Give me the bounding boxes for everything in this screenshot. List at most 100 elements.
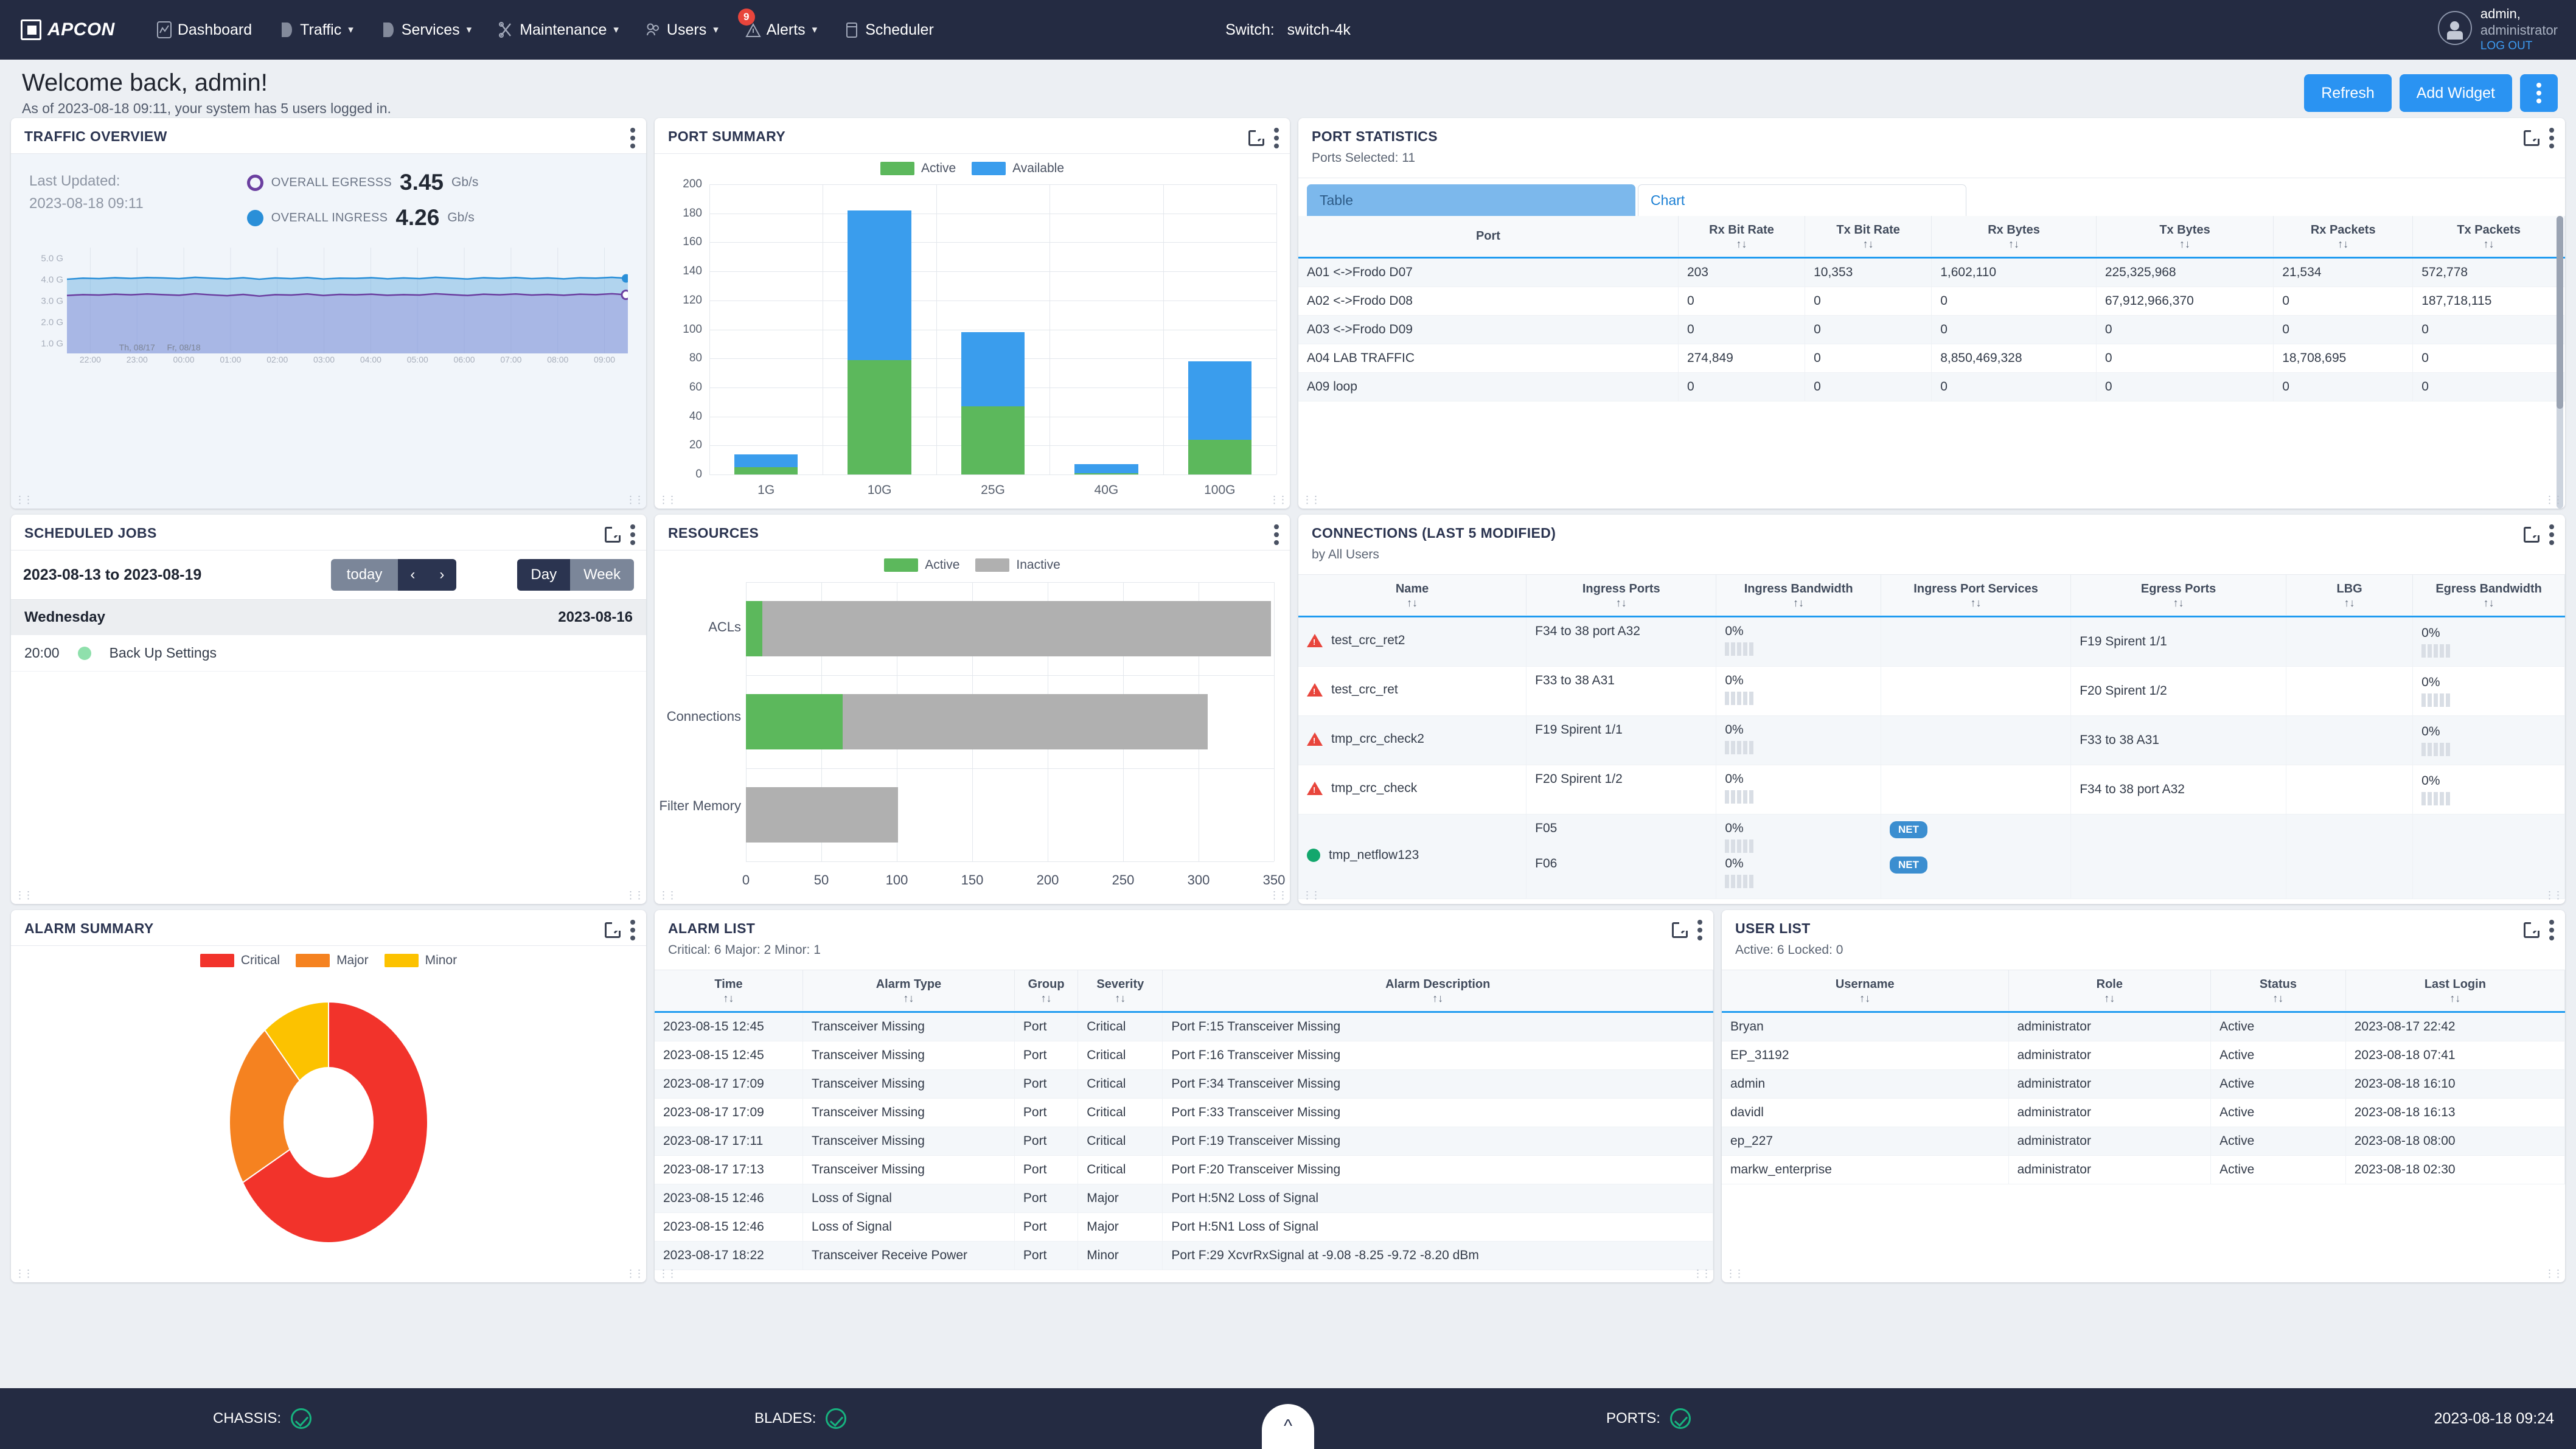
table-row[interactable]: EP_31192 administrator Active 2023-08-18 07… <box>1722 1041 2565 1071</box>
expand-icon[interactable] <box>2524 127 2543 146</box>
column-header[interactable]: Status ↑↓ <box>2210 970 2346 1010</box>
expand-icon[interactable] <box>2524 919 2543 938</box>
resize-handle-left[interactable]: ⋮⋮ <box>1725 1268 1744 1280</box>
table-row[interactable]: Bryan administrator Active 2023-08-17 22:42 <box>1722 1012 2565 1042</box>
table-row[interactable]: A04 LAB TRAFFIC 274,849 0 8,850,469,328 0 18,… <box>1298 344 2565 374</box>
logout-link[interactable]: LOG OUT <box>2480 39 2558 54</box>
column-header[interactable]: LBG ↑↓ <box>2286 575 2414 615</box>
column-header[interactable]: Egress Bandwidth ↑↓ <box>2412 575 2565 615</box>
column-header[interactable]: Tx Bytes ↑↓ <box>2096 216 2274 256</box>
resize-handle-right[interactable]: ⋮⋮ <box>2544 494 2563 506</box>
table-row[interactable]: admin administrator Active 2023-08-18 16:10 <box>1722 1069 2565 1099</box>
table-row[interactable]: A09 loop 0 0 0 0 0 0 <box>1298 372 2565 402</box>
apcon-logo[interactable]: APCON <box>21 19 115 40</box>
tab-table[interactable]: Table <box>1307 184 1635 216</box>
column-header[interactable]: Username ↑↓ <box>1722 970 2009 1010</box>
column-header[interactable]: Rx Bytes ↑↓ <box>1931 216 2097 256</box>
view-week-button[interactable]: Week <box>570 559 634 591</box>
nav-item-scheduler[interactable]: Scheduler <box>830 0 947 60</box>
sort-toggle-icon[interactable]: ↑↓ <box>1938 238 2090 250</box>
kebab-icon[interactable] <box>2549 920 2554 940</box>
sort-toggle-icon[interactable]: ↑↓ <box>1722 597 1875 609</box>
column-header[interactable]: Role ↑↓ <box>2008 970 2212 1010</box>
sort-toggle-icon[interactable]: ↑↓ <box>1728 993 2002 1004</box>
column-header[interactable]: Last Login ↑↓ <box>2345 970 2565 1010</box>
nav-item-maintenance[interactable]: Maintenance ▾ <box>485 0 632 60</box>
sort-toggle-icon[interactable]: ↑↓ <box>2077 597 2280 609</box>
sort-toggle-icon[interactable]: ↑↓ <box>2419 238 2558 250</box>
resize-handle-right[interactable]: ⋮⋮ <box>1693 1268 1711 1280</box>
sort-toggle-icon[interactable]: ↑↓ <box>661 993 796 1004</box>
kebab-icon[interactable] <box>1274 524 1279 545</box>
table-row[interactable]: A02 <->Frodo D08 0 0 0 67,912,966,370 0 187,71… <box>1298 287 2565 316</box>
expand-icon[interactable] <box>2524 523 2543 543</box>
next-button[interactable]: › <box>427 559 457 591</box>
sort-toggle-icon[interactable]: ↑↓ <box>1021 993 1071 1004</box>
more-options-button[interactable] <box>2520 74 2558 112</box>
scrollbar[interactable] <box>2555 216 2564 509</box>
column-header[interactable]: Egress Ports ↑↓ <box>2070 575 2287 615</box>
resize-handle-right[interactable]: ⋮⋮ <box>625 889 644 902</box>
column-header[interactable]: Port <box>1298 216 1679 256</box>
column-header[interactable]: Ingress Ports ↑↓ <box>1526 575 1717 615</box>
table-row[interactable]: 2023-08-15 12:45 Transceiver Missing Port C… <box>655 1041 1713 1071</box>
nav-item-dashboard[interactable]: Dashboard <box>143 0 265 60</box>
table-row[interactable]: 2023-08-17 18:22 Transceiver Receive Powe… <box>655 1241 1713 1271</box>
nav-item-users[interactable]: Users ▾ <box>632 0 732 60</box>
sort-toggle-icon[interactable]: ↑↓ <box>2419 597 2558 609</box>
kebab-icon[interactable] <box>630 920 635 940</box>
resize-handle-left[interactable]: ⋮⋮ <box>15 494 33 506</box>
sort-toggle-icon[interactable]: ↑↓ <box>2015 993 2205 1004</box>
resize-handle-left[interactable]: ⋮⋮ <box>658 1268 677 1280</box>
prev-button[interactable]: ‹ <box>398 559 428 591</box>
column-header[interactable]: Tx Packets ↑↓ <box>2412 216 2565 256</box>
scroll-to-top-button[interactable]: ^ <box>1262 1404 1314 1449</box>
table-row[interactable]: 2023-08-15 12:45 Transceiver Missing Port C… <box>655 1012 1713 1042</box>
table-row[interactable]: A03 <->Frodo D09 0 0 0 0 0 0 <box>1298 315 2565 345</box>
sort-toggle-icon[interactable]: ↑↓ <box>2292 597 2406 609</box>
expand-icon[interactable] <box>1248 127 1268 146</box>
column-header[interactable]: Name ↑↓ <box>1298 575 1527 615</box>
resize-handle-left[interactable]: ⋮⋮ <box>15 1268 33 1280</box>
table-row[interactable]: ep_227 administrator Active 2023-08-18 08:0… <box>1722 1127 2565 1156</box>
sort-toggle-icon[interactable]: ↑↓ <box>2103 238 2267 250</box>
resize-handle-right[interactable]: ⋮⋮ <box>1269 494 1288 506</box>
nav-item-alerts[interactable]: 9 Alerts ▾ <box>732 0 830 60</box>
expand-icon[interactable] <box>605 919 624 938</box>
kebab-icon[interactable] <box>1697 920 1702 940</box>
table-row[interactable]: 2023-08-17 17:13 Transceiver Missing Port C… <box>655 1155 1713 1185</box>
schedule-job-row[interactable]: 20:00 Back Up Settings <box>11 635 646 672</box>
table-row[interactable]: test_crc_ret2 F34 to 38 port A32 0% F19 … <box>1298 616 2565 667</box>
sort-toggle-icon[interactable]: ↑↓ <box>1084 993 1156 1004</box>
resize-handle-right[interactable]: ⋮⋮ <box>625 494 644 506</box>
today-button[interactable]: today <box>330 559 399 591</box>
resize-handle-right[interactable]: ⋮⋮ <box>1269 889 1288 902</box>
resize-handle-right[interactable]: ⋮⋮ <box>2544 1268 2563 1280</box>
sort-toggle-icon[interactable]: ↑↓ <box>1169 993 1707 1004</box>
table-row[interactable]: davidl administrator Active 2023-08-18 16:1… <box>1722 1098 2565 1128</box>
view-day-button[interactable]: Day <box>517 559 571 591</box>
kebab-icon[interactable] <box>2549 524 2554 545</box>
refresh-button[interactable]: Refresh <box>2304 74 2392 112</box>
table-row[interactable]: 2023-08-15 12:46 Loss of Signal Port Major P… <box>655 1212 1713 1242</box>
column-header[interactable]: Alarm Description ↑↓ <box>1162 970 1713 1010</box>
table-row[interactable]: 2023-08-17 17:11 Transceiver Missing Port C… <box>655 1127 1713 1156</box>
table-row[interactable]: tmp_crc_check F20 Spirent 1/2 0% F34 to … <box>1298 765 2565 815</box>
kebab-icon[interactable] <box>1274 128 1279 148</box>
resize-handle-left[interactable]: ⋮⋮ <box>658 494 677 506</box>
tab-chart[interactable]: Chart <box>1638 184 1966 216</box>
sort-toggle-icon[interactable]: ↑↓ <box>1533 597 1710 609</box>
table-row[interactable]: A01 <->Frodo D07 203 10,353 1,602,110 225,32… <box>1298 257 2565 288</box>
column-header[interactable]: Alarm Type ↑↓ <box>802 970 1015 1010</box>
resize-handle-right[interactable]: ⋮⋮ <box>625 1268 644 1280</box>
resize-handle-left[interactable]: ⋮⋮ <box>15 889 33 902</box>
column-header[interactable]: Group ↑↓ <box>1014 970 1079 1010</box>
sort-toggle-icon[interactable]: ↑↓ <box>1887 597 2064 609</box>
table-row[interactable]: 2023-08-15 12:46 Loss of Signal Port Major P… <box>655 1184 1713 1214</box>
kebab-icon[interactable] <box>630 524 635 545</box>
table-row[interactable]: 2023-08-17 17:09 Transceiver Missing Port C… <box>655 1069 1713 1099</box>
table-row[interactable]: tmp_netflow123 F05 F06 0% 0% NET NET <box>1298 814 2565 900</box>
nav-item-services[interactable]: Services ▾ <box>367 0 485 60</box>
kebab-icon[interactable] <box>630 128 635 148</box>
switch-selector[interactable]: Switch: switch-4k <box>1225 21 1351 39</box>
